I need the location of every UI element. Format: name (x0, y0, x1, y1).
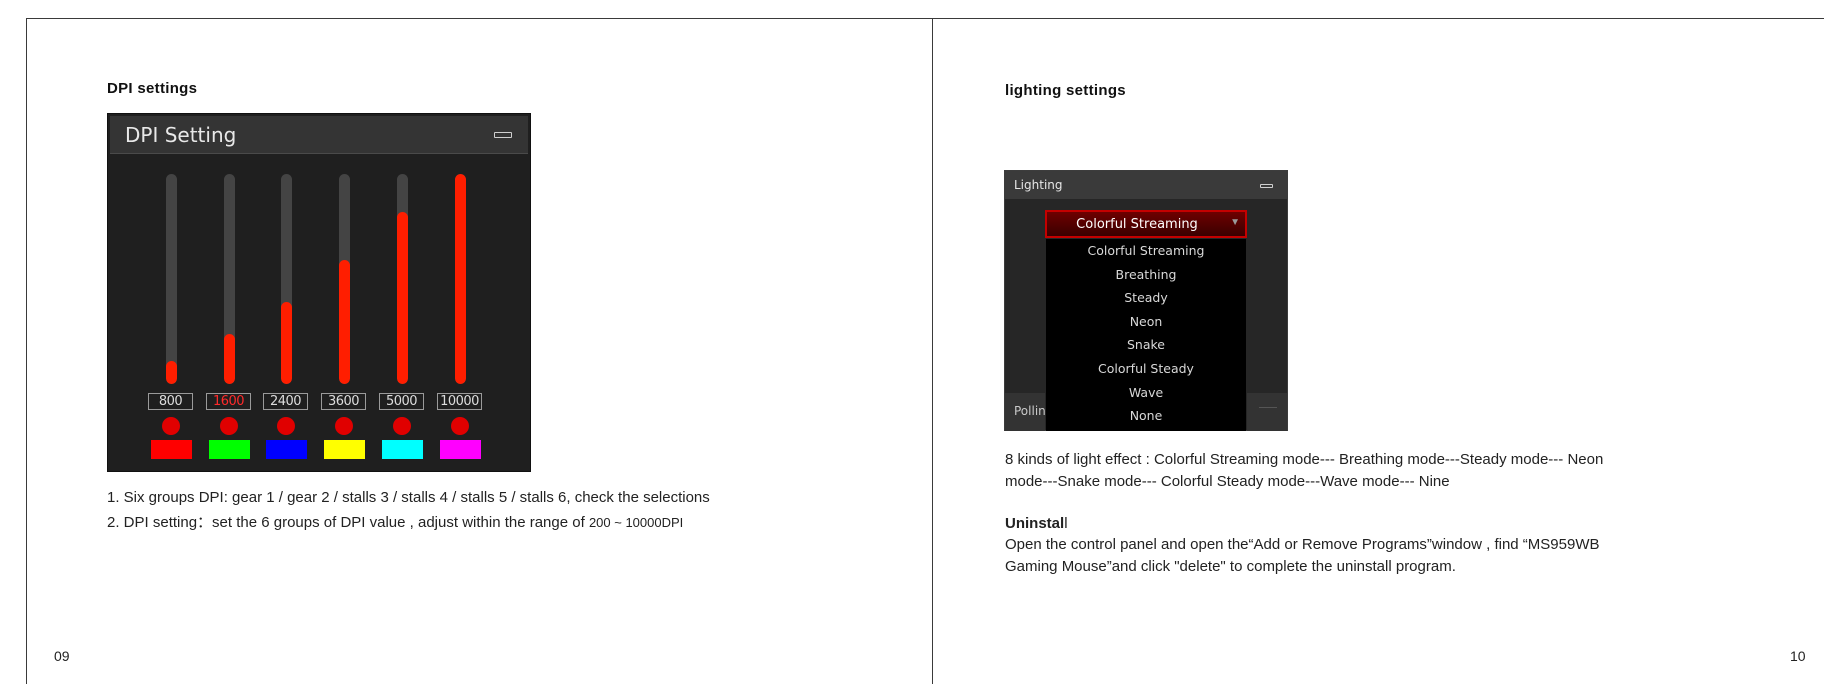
dpi-value-field[interactable]: 2400 (263, 393, 308, 410)
lighting-mode-options: Colorful Streaming Breathing Steady Neon Sna… (1046, 239, 1246, 431)
lighting-panel-titlebar: Lighting (1005, 171, 1287, 199)
dpi-slider-fill (281, 302, 292, 384)
lighting-mode-option[interactable]: Breathing (1046, 267, 1246, 282)
uninstall-line-2: Gaming Mouse”and click "delete" to compl… (1005, 558, 1456, 575)
page-number-right: 10 (1790, 648, 1806, 664)
dpi-slider-fill (166, 360, 177, 384)
dpi-slider-track[interactable] (281, 174, 292, 384)
light-effects-line-1: 8 kinds of light effect : Colorful Strea… (1005, 451, 1604, 468)
dpi-range: 200 ~ 10000DPI (588, 515, 684, 530)
dpi-setting-panel: DPI Setting 800 1600 2400 3600 5000 10000 (107, 113, 531, 472)
dpi-color-swatch[interactable] (209, 440, 250, 459)
dpi-instruction-2-text: 2. DPI setting：set the 6 groups of DPI v… (107, 514, 589, 531)
dpi-slider-track[interactable] (397, 174, 408, 384)
dpi-panel-title: DPI Setting (125, 123, 237, 147)
lighting-mode-option[interactable]: None (1046, 408, 1246, 423)
dpi-slider-1[interactable]: 800 (146, 174, 196, 464)
dpi-slider-fill (339, 260, 350, 384)
polling-minimize-icon[interactable] (1259, 407, 1277, 417)
uninstall-heading-bold: Uninstal (1005, 515, 1065, 532)
dpi-slider-track[interactable] (224, 174, 235, 384)
dpi-color-swatch[interactable] (324, 440, 365, 459)
dpi-select-radio[interactable] (162, 417, 180, 435)
polling-label: Pollin (1014, 404, 1046, 418)
lighting-mode-selected: Colorful Streaming (1076, 217, 1198, 232)
lighting-mode-option[interactable]: Steady (1046, 290, 1246, 305)
dpi-value-field[interactable]: 1600 (206, 393, 251, 410)
dpi-slider-fill (224, 333, 235, 384)
dpi-value-field[interactable]: 800 (148, 393, 193, 410)
dpi-slider-4[interactable]: 3600 (319, 174, 369, 464)
lighting-mode-option[interactable]: Snake (1046, 337, 1246, 352)
dpi-slider-track[interactable] (455, 174, 466, 384)
lighting-mode-option[interactable]: Wave (1046, 385, 1246, 400)
dpi-select-radio[interactable] (277, 417, 295, 435)
dpi-color-swatch[interactable] (151, 440, 192, 459)
dpi-select-radio[interactable] (393, 417, 411, 435)
dpi-settings-heading: DPI settings (107, 80, 198, 97)
dpi-color-swatch[interactable] (382, 440, 423, 459)
minimize-icon[interactable] (1260, 184, 1273, 188)
uninstall-heading: Uninstall (1005, 513, 1068, 535)
page-number-left: 09 (54, 648, 70, 664)
dpi-color-swatch[interactable] (266, 440, 307, 459)
dpi-color-swatch[interactable] (440, 440, 481, 459)
dpi-slider-fill (455, 174, 466, 384)
uninstall-line-1: Open the control panel and open the“Add … (1005, 536, 1600, 553)
dpi-slider-5[interactable]: 5000 (377, 174, 427, 464)
uninstall-heading-rest: l (1064, 515, 1068, 532)
lighting-mode-option[interactable]: Neon (1046, 314, 1246, 329)
lighting-settings-heading: lighting settings (1005, 82, 1126, 99)
dpi-slider-track[interactable] (339, 174, 350, 384)
dpi-instruction-1: 1. Six groups DPI: gear 1 / gear 2 / sta… (107, 489, 710, 506)
lighting-mode-option[interactable]: Colorful Streaming (1046, 243, 1246, 258)
dpi-value-field[interactable]: 5000 (379, 393, 424, 410)
dpi-instruction-2: 2. DPI setting：set the 6 groups of DPI v… (107, 512, 683, 534)
lighting-mode-option[interactable]: Colorful Steady (1046, 361, 1246, 376)
dpi-slider-6[interactable]: 10000 (435, 174, 485, 464)
dpi-value-field[interactable]: 3600 (321, 393, 366, 410)
dpi-value-field[interactable]: 10000 (437, 393, 482, 410)
dpi-slider-3[interactable]: 2400 (261, 174, 311, 464)
dpi-slider-fill (397, 211, 408, 384)
dpi-select-radio[interactable] (220, 417, 238, 435)
chevron-down-icon: ▼ (1230, 217, 1240, 228)
minimize-icon[interactable] (494, 132, 512, 138)
dpi-select-radio[interactable] (451, 417, 469, 435)
dpi-slider-2[interactable]: 1600 (204, 174, 254, 464)
lighting-mode-dropdown[interactable]: Colorful Streaming ▼ (1045, 210, 1247, 238)
dpi-panel-titlebar: DPI Setting (110, 116, 528, 154)
lighting-panel-title: Lighting (1014, 178, 1063, 192)
light-effects-line-2: mode---Snake mode--- Colorful Steady mod… (1005, 473, 1450, 490)
dpi-select-radio[interactable] (335, 417, 353, 435)
page-09: DPI settings DPI Setting 800 1600 2400 3600… (0, 0, 932, 684)
dpi-slider-track[interactable] (166, 174, 177, 384)
page-divider (932, 18, 933, 684)
